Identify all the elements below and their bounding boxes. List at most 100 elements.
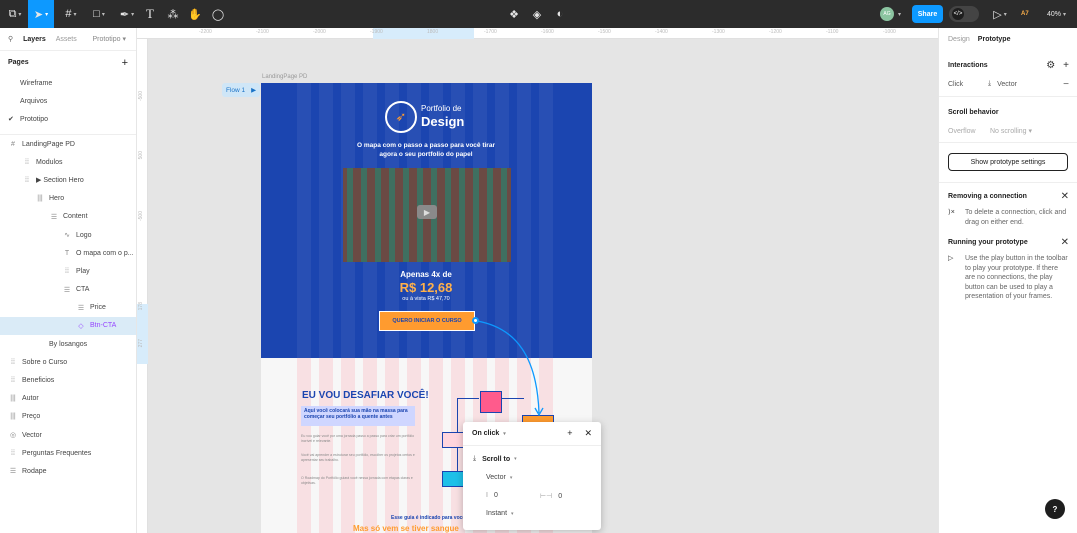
layer-item[interactable]: ◇ Btn-CTA <box>0 316 136 336</box>
offset-x-field[interactable]: I 0 <box>486 492 498 499</box>
layer-item[interactable]: ||| Autor <box>0 390 136 408</box>
play-icon[interactable]: ▶ <box>417 205 437 219</box>
layer-label: Content <box>63 213 88 221</box>
running-title: Running your prototype <box>948 238 1028 246</box>
layer-item[interactable]: ☰ Content <box>0 208 136 226</box>
ruler-tick: 178 <box>138 302 144 311</box>
page-selector[interactable]: Prototipo ▾ <box>93 35 127 43</box>
overflow-select[interactable]: No scrolling ▾ <box>990 127 1032 135</box>
layer-label: Btn-CTA <box>90 322 117 330</box>
layer-item[interactable]: ⁞⁞ Play <box>0 262 136 280</box>
layer-item[interactable]: ⁞⁞ Perguntas Frequentes <box>0 444 136 462</box>
close-icon[interactable]: ✕ <box>584 428 592 439</box>
layers-list: # LandingPage PD ⁞⁞ Modulos ⁞⁞ ▶ Section Hero… <box>0 134 136 481</box>
contrast-button[interactable]: ◐ <box>551 0 569 28</box>
video-placeholder[interactable]: ▶ <box>343 168 511 262</box>
tab-layers[interactable]: Layers <box>23 36 46 43</box>
show-prototype-settings-button[interactable]: Show prototype settings <box>948 153 1068 171</box>
layer-item[interactable]: ☰ Rodape <box>0 462 136 480</box>
create-component-button[interactable]: ❖ <box>505 0 523 28</box>
chevron-down-icon[interactable]: ▾ <box>898 0 901 28</box>
layer-type-icon: ◇ <box>78 322 84 330</box>
resources-button[interactable]: ⁂ <box>164 0 182 28</box>
interaction-row[interactable]: Click ⤓ Vector − <box>948 77 1069 91</box>
help-button[interactable]: ? <box>1045 499 1065 519</box>
search-icon[interactable]: ⚲ <box>8 35 13 43</box>
ruler-tick: -500 <box>138 211 144 222</box>
target-select[interactable]: Vector ▾ <box>486 474 512 481</box>
avatar[interactable]: AG <box>880 7 894 21</box>
section-highlight-box: Aqui você colocará sua mão na massa para… <box>301 406 415 426</box>
shape-tool-button[interactable]: □ ▾ <box>86 0 112 28</box>
layer-item[interactable]: ||| Hero <box>0 190 136 208</box>
frame-tool-button[interactable]: # ▾ <box>58 0 84 28</box>
connection-handle[interactable] <box>472 317 479 324</box>
interaction-popup[interactable]: On click ▾ + ✕ ⤓ Scroll to ▾ Vector ▾ I 0… <box>463 422 601 530</box>
text-tool-button[interactable]: T <box>141 0 159 28</box>
hero-headline[interactable]: O mapa com o passo a passo para você tir… <box>351 141 501 159</box>
layer-item[interactable]: ∿ Logo <box>0 226 136 244</box>
layer-item[interactable]: ⁞⁞ ▶ Section Hero <box>0 171 136 189</box>
running-prototype-tip: Running your prototype ✕ ▷ Use the play … <box>939 235 1077 302</box>
add-action-icon[interactable]: + <box>567 428 572 439</box>
tab-design[interactable]: Design <box>948 36 970 43</box>
page-item[interactable]: Arquivos <box>0 92 136 110</box>
trigger-select[interactable]: On click ▾ <box>472 430 506 437</box>
move-tool-button[interactable]: ➤ ▾ <box>28 0 54 28</box>
chevron-down-icon: ▾ <box>18 11 22 18</box>
comment-tool-button[interactable]: ◯ <box>209 0 227 28</box>
add-page-icon[interactable]: + <box>122 57 128 69</box>
scroll-icon: ⤓ <box>473 455 477 462</box>
share-button[interactable]: Share <box>912 5 943 23</box>
rectangle-icon: □ <box>93 8 100 20</box>
layer-item[interactable]: ⁞⁞ Modulos <box>0 153 136 171</box>
layout-grid-column <box>361 168 367 262</box>
tab-prototype[interactable]: Prototype <box>978 36 1011 43</box>
layer-item[interactable]: ☰ CTA <box>0 281 136 299</box>
present-button[interactable]: ▷ ▾ <box>990 0 1010 28</box>
action-select[interactable]: ⤓ Scroll to ▾ <box>473 455 517 463</box>
add-interaction-icon[interactable]: + <box>1063 60 1069 71</box>
layer-item[interactable]: ⁞⁞ Beneficios <box>0 371 136 389</box>
flowchart-node[interactable] <box>442 432 464 448</box>
mask-button[interactable]: ◈ <box>528 0 546 28</box>
layer-item[interactable]: By losangos <box>0 335 136 353</box>
zoom-menu[interactable]: 40% ▾ <box>1047 0 1066 28</box>
layer-item[interactable]: # LandingPage PD <box>0 135 136 153</box>
canvas[interactable]: -2200 -2100 -2000 -1900 1800 -1700 -1600 -1500 -… <box>137 28 938 533</box>
main-menu-button[interactable]: ⧉ ▾ <box>2 0 28 28</box>
layer-label: ▶ Section Hero <box>36 177 84 185</box>
flowchart-node[interactable] <box>442 471 464 487</box>
hand-tool-button[interactable]: ✋ <box>186 0 204 28</box>
rocket-logo-icon[interactable]: ➶ <box>385 101 417 133</box>
close-icon[interactable]: ✕ <box>1061 191 1069 202</box>
layer-item[interactable]: T O mapa com o p... <box>0 244 136 262</box>
section-title: EU VOU DESAFIAR VOCÊ! <box>302 390 429 401</box>
dev-mode-toggle[interactable]: </> <box>949 6 979 22</box>
offset-y-field[interactable]: ⊢⊣ 0 <box>540 492 562 501</box>
chevron-down-icon: ▾ <box>509 474 513 481</box>
flow-starting-point[interactable]: Flow 1 ▶ <box>222 83 260 97</box>
frame-name-label[interactable]: LandingPage PD <box>262 74 307 80</box>
collab-badge[interactable]: A7 <box>1021 0 1029 28</box>
flowchart-node[interactable] <box>480 391 502 413</box>
tab-assets[interactable]: Assets <box>56 36 77 43</box>
layer-item[interactable]: ||| Preço <box>0 408 136 426</box>
remove-interaction-icon[interactable]: − <box>1063 79 1069 90</box>
cta-button[interactable]: QUERO INICIAR O CURSO <box>379 311 475 331</box>
pen-tool-button[interactable]: ✒ ▾ <box>114 0 140 28</box>
ruler-tick: -1400 <box>655 29 668 35</box>
interaction-style-icon[interactable]: ⚙ <box>1046 60 1055 71</box>
hero-section[interactable]: ➶ Portfolio de Design O mapa com o passo… <box>261 83 592 358</box>
layer-type-icon: ⁞⁞ <box>25 176 29 184</box>
animation-select[interactable]: Instant ▾ <box>486 510 514 517</box>
flowchart-line <box>502 398 524 399</box>
page-item[interactable]: Wireframe <box>0 74 136 92</box>
layer-item[interactable]: ⁞⁞ Sobre o Curso <box>0 353 136 371</box>
pages-list: Wireframe Arquivos ✔ Prototipo <box>0 74 136 128</box>
close-icon[interactable]: ✕ <box>1061 237 1069 248</box>
page-item[interactable]: ✔ Prototipo <box>0 110 136 128</box>
play-icon: ▶ <box>251 87 257 94</box>
layer-item[interactable]: ☰ Price <box>0 299 136 317</box>
layer-item[interactable]: ◎ Vector <box>0 426 136 444</box>
